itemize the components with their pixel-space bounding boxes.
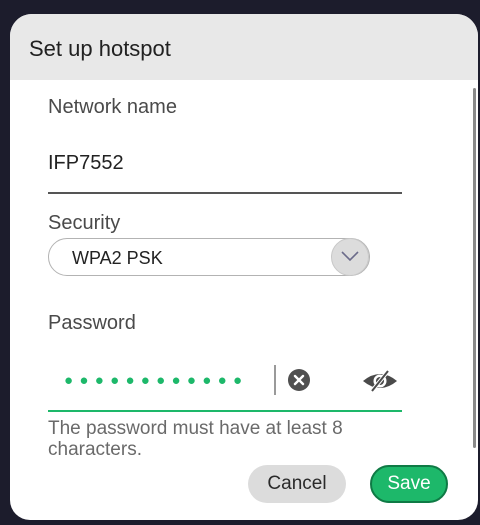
network-name-label: Network name <box>48 96 177 118</box>
dialog-title: Set up hotspot <box>29 36 171 61</box>
save-button[interactable]: Save <box>370 465 448 503</box>
password-helper-text: The password must have at least 8 charac… <box>48 418 343 460</box>
cancel-button[interactable]: Cancel <box>248 465 346 503</box>
password-masked-value: ●●●●●●●●●●●● <box>64 372 249 389</box>
visibility-off-icon[interactable] <box>361 369 399 393</box>
password-label: Password <box>48 312 136 334</box>
security-selected-value: WPA2 PSK <box>72 248 163 268</box>
network-name-input[interactable]: IFP7552 <box>48 152 124 175</box>
network-name-underline <box>48 192 402 194</box>
dialog-header: Set up hotspot <box>10 14 478 80</box>
clear-icon[interactable] <box>288 369 310 391</box>
security-label: Security <box>48 212 121 234</box>
text-caret <box>274 365 276 395</box>
scrollbar[interactable] <box>473 88 476 448</box>
password-underline <box>48 410 402 412</box>
password-input[interactable]: ●●●●●●●●●●●● <box>48 359 402 403</box>
chevron-down-icon[interactable] <box>331 238 369 276</box>
security-select[interactable]: WPA2 PSK <box>48 238 370 276</box>
hotspot-dialog: Set up hotspot Network name IFP7552 Secu… <box>10 14 478 520</box>
